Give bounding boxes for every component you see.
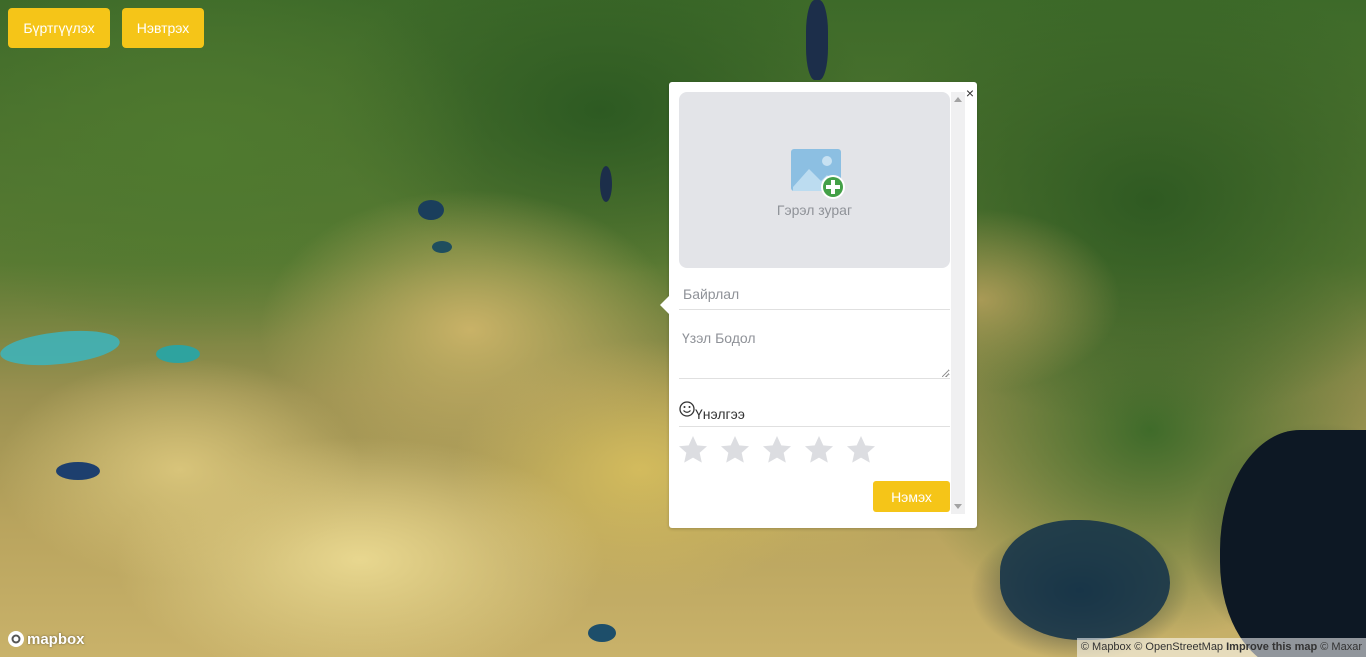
star-icon[interactable] xyxy=(845,434,877,466)
textarea-resize-handle[interactable] xyxy=(942,370,949,377)
add-button[interactable]: Нэмэх xyxy=(873,481,950,512)
add-review-popup: × Гэрэл зураг Үнэлгээ xyxy=(660,82,977,528)
improve-map-link[interactable]: Improve this map xyxy=(1226,641,1317,653)
review-textarea[interactable] xyxy=(679,326,950,379)
login-button[interactable]: Нэвтрэх xyxy=(122,8,204,48)
lake-issyk-kul xyxy=(56,462,100,480)
mapbox-logo-text: mapbox xyxy=(27,630,85,648)
photo-upload-area[interactable]: Гэрэл зураг xyxy=(679,92,950,268)
register-button[interactable]: Бүртгүүлэх xyxy=(8,8,110,48)
lake-khuvsgul xyxy=(600,166,612,202)
scroll-down-arrow[interactable] xyxy=(954,504,962,509)
mapbox-logo[interactable]: mapbox xyxy=(7,629,85,649)
rating-label: Үнэлгээ xyxy=(695,406,745,422)
close-icon[interactable]: × xyxy=(965,86,975,100)
photo-label: Гэрэл зураг xyxy=(776,202,853,218)
image-add-icon xyxy=(791,149,845,199)
lake xyxy=(432,241,452,253)
smiley-icon xyxy=(679,401,695,417)
mapbox-attribution-link[interactable]: © Mapbox xyxy=(1081,641,1131,653)
lake-balkhash xyxy=(0,325,122,371)
popup-tip xyxy=(660,296,669,314)
star-icon[interactable] xyxy=(803,434,835,466)
lake-baikal xyxy=(806,0,828,80)
popup-scrollbar[interactable] xyxy=(951,92,965,514)
lake xyxy=(156,345,200,363)
lake xyxy=(418,200,444,220)
lake xyxy=(588,624,616,642)
rating-header: Үнэлгээ xyxy=(679,400,950,427)
star-icon[interactable] xyxy=(761,434,793,466)
maxar-attribution-link[interactable]: © Maxar xyxy=(1320,641,1362,653)
yellow-sea xyxy=(1220,430,1366,657)
location-input[interactable] xyxy=(679,278,950,310)
star-rating[interactable] xyxy=(677,434,877,466)
star-icon[interactable] xyxy=(677,434,709,466)
star-icon[interactable] xyxy=(719,434,751,466)
map-attribution: © Mapbox © OpenStreetMap Improve this ma… xyxy=(1076,638,1366,657)
mapbox-logo-icon xyxy=(8,631,24,647)
scroll-up-arrow[interactable] xyxy=(954,97,962,102)
bohai-sea xyxy=(1000,520,1170,640)
osm-attribution-link[interactable]: © OpenStreetMap xyxy=(1134,641,1223,653)
